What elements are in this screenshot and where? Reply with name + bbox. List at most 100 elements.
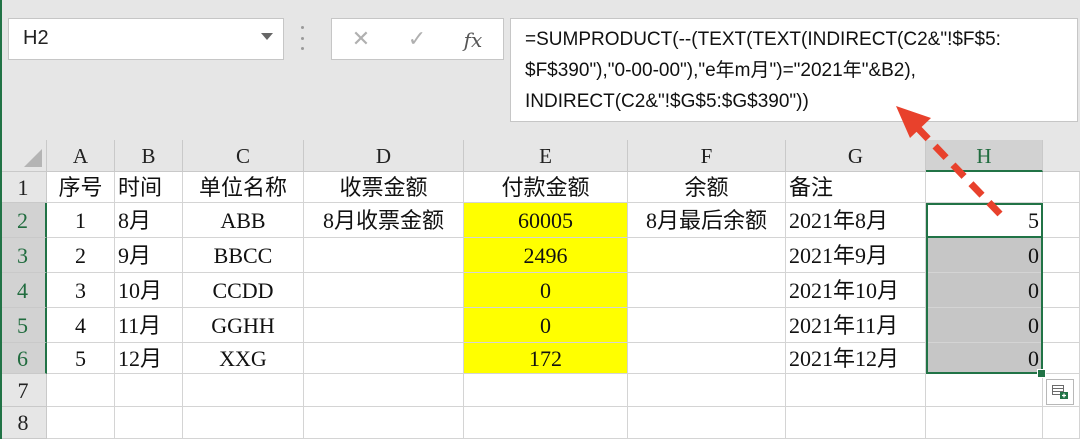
chevron-down-icon[interactable]: [261, 33, 273, 40]
column-header-b[interactable]: B: [115, 140, 183, 172]
header-cell-invoice-amount[interactable]: 收票金额: [304, 172, 464, 203]
cell-empty[interactable]: [786, 407, 926, 439]
header-cell-time[interactable]: 时间: [115, 172, 183, 203]
cell-payment-amount[interactable]: 60005: [464, 203, 628, 238]
cell-empty[interactable]: [1043, 172, 1080, 203]
row-header-6[interactable]: 6: [0, 343, 47, 374]
cell-unit-name[interactable]: CCDD: [183, 273, 304, 308]
cell-unit-name[interactable]: ABB: [183, 203, 304, 238]
insert-function-icon[interactable]: fx: [458, 25, 488, 55]
cell-seq[interactable]: 4: [47, 308, 115, 343]
cancel-icon[interactable]: ✕: [346, 25, 376, 55]
cell-remark[interactable]: 2021年10月: [786, 273, 926, 308]
cell-seq[interactable]: 1: [47, 203, 115, 238]
cell-empty[interactable]: [47, 407, 115, 439]
cell-result[interactable]: 0: [926, 308, 1043, 343]
cell-empty[interactable]: [304, 374, 464, 407]
cell-time[interactable]: 10月: [115, 273, 183, 308]
cell-payment-amount[interactable]: 0: [464, 308, 628, 343]
row-header-2[interactable]: 2: [0, 203, 47, 238]
row-header-8[interactable]: 8: [0, 407, 47, 439]
cell-empty[interactable]: [1043, 343, 1080, 374]
window-edge: [0, 0, 2, 439]
cell-balance[interactable]: [628, 238, 786, 273]
cell-empty[interactable]: [304, 407, 464, 439]
cell-empty[interactable]: [1043, 407, 1080, 439]
cell-empty[interactable]: [183, 407, 304, 439]
header-cell-payment-amount[interactable]: 付款金额: [464, 172, 628, 203]
cell-time[interactable]: 12月: [115, 343, 183, 374]
name-box-value[interactable]: H2: [23, 27, 49, 50]
cell-payment-amount[interactable]: 0: [464, 273, 628, 308]
cell-result[interactable]: 0: [926, 343, 1043, 374]
cell-invoice-amount[interactable]: [304, 308, 464, 343]
cell-empty[interactable]: [115, 374, 183, 407]
select-all-button[interactable]: [0, 140, 47, 172]
cell-invoice-amount[interactable]: [304, 273, 464, 308]
header-cell-unit-name[interactable]: 单位名称: [183, 172, 304, 203]
row-header-7[interactable]: 7: [0, 374, 47, 407]
header-cell-remark[interactable]: 备注: [786, 172, 926, 203]
cell-empty[interactable]: [926, 407, 1043, 439]
cell-empty[interactable]: [1043, 308, 1080, 343]
cell-invoice-amount[interactable]: [304, 343, 464, 374]
cell-unit-name[interactable]: GGHH: [183, 308, 304, 343]
cell-balance[interactable]: [628, 308, 786, 343]
column-header-g[interactable]: G: [786, 140, 926, 172]
cell-balance[interactable]: 8月最后余额: [628, 203, 786, 238]
cell-empty[interactable]: [183, 374, 304, 407]
column-header-a[interactable]: A: [47, 140, 115, 172]
worksheet-grid: ABCDEFGH 12345678 序号 时间 单位名称 收票金额 付款金额 余额 备注 1 8…: [0, 140, 1080, 439]
header-cell-seq[interactable]: 序号: [47, 172, 115, 203]
row-header-1[interactable]: 1: [0, 172, 47, 203]
cell-balance[interactable]: [628, 273, 786, 308]
cell-empty[interactable]: [1043, 238, 1080, 273]
formula-bar-grip-icon[interactable]: [300, 26, 304, 50]
column-header-d[interactable]: D: [304, 140, 464, 172]
cell-empty[interactable]: [464, 374, 628, 407]
row-header-3[interactable]: 3: [0, 238, 47, 273]
cell-empty[interactable]: [628, 407, 786, 439]
row-header-5[interactable]: 5: [0, 308, 47, 343]
column-header-h[interactable]: H: [926, 140, 1043, 172]
name-box[interactable]: H2: [8, 18, 284, 60]
formula-input[interactable]: =SUMPRODUCT(--(TEXT(TEXT(INDIRECT(C2&"!$…: [510, 18, 1078, 122]
enter-icon[interactable]: ✓: [402, 25, 432, 55]
cell-result[interactable]: 0: [926, 273, 1043, 308]
cell-time[interactable]: 11月: [115, 308, 183, 343]
column-header-c[interactable]: C: [183, 140, 304, 172]
column-header-f[interactable]: F: [628, 140, 786, 172]
cell-empty[interactable]: [628, 374, 786, 407]
cell-empty[interactable]: [1043, 273, 1080, 308]
cell-invoice-amount[interactable]: 8月收票金额: [304, 203, 464, 238]
cell-empty[interactable]: [1043, 203, 1080, 238]
cell-payment-amount[interactable]: 172: [464, 343, 628, 374]
cell-empty[interactable]: [926, 374, 1043, 407]
column-header-e[interactable]: E: [464, 140, 628, 172]
cell-invoice-amount[interactable]: [304, 238, 464, 273]
cell-empty[interactable]: [464, 407, 628, 439]
cell-payment-amount[interactable]: 2496: [464, 238, 628, 273]
cell-unit-name[interactable]: BBCC: [183, 238, 304, 273]
header-cell-balance[interactable]: 余额: [628, 172, 786, 203]
cell-seq[interactable]: 3: [47, 273, 115, 308]
cell-remark[interactable]: 2021年12月: [786, 343, 926, 374]
cell-balance[interactable]: [628, 343, 786, 374]
cell-time[interactable]: 9月: [115, 238, 183, 273]
cell-empty[interactable]: [786, 374, 926, 407]
cell-remark[interactable]: 2021年8月: [786, 203, 926, 238]
cell-empty[interactable]: [115, 407, 183, 439]
row-header-4[interactable]: 4: [0, 273, 47, 308]
quick-analysis-button[interactable]: [1046, 379, 1074, 405]
cell-empty[interactable]: [47, 374, 115, 407]
header-cell-result[interactable]: [926, 172, 1043, 203]
cell-result[interactable]: 0: [926, 238, 1043, 273]
cell-remark[interactable]: 2021年11月: [786, 308, 926, 343]
cell-seq[interactable]: 2: [47, 238, 115, 273]
cell-time[interactable]: 8月: [115, 203, 183, 238]
cell-seq[interactable]: 5: [47, 343, 115, 374]
cell-remark[interactable]: 2021年9月: [786, 238, 926, 273]
cell-unit-name[interactable]: XXG: [183, 343, 304, 374]
fill-handle[interactable]: [1037, 369, 1046, 378]
cell-result[interactable]: 5: [926, 203, 1043, 238]
